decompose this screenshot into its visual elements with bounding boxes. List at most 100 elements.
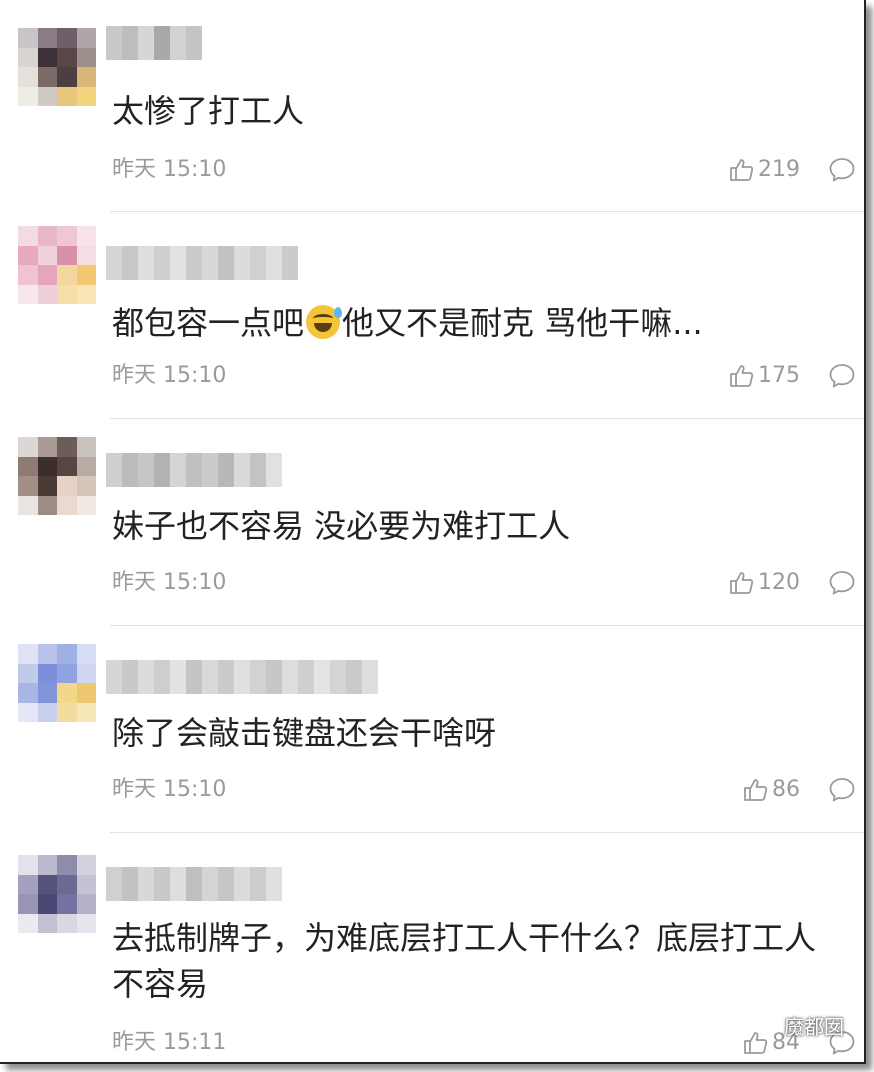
avatar-mosaic-cell <box>57 456 77 477</box>
comment-bubble-icon <box>829 571 855 595</box>
avatar-mosaic-cell <box>76 913 96 933</box>
username-mosaic-cell <box>266 867 282 901</box>
avatar-mosaic-cell <box>37 894 58 914</box>
username-blurred[interactable] <box>106 660 378 694</box>
username-mosaic-cell <box>170 867 186 901</box>
avatar-mosaic-cell <box>57 894 77 914</box>
avatar-mosaic-cell <box>18 456 38 477</box>
username-mosaic-cell <box>266 660 282 694</box>
username-mosaic-cell <box>202 453 218 487</box>
username-mosaic-cell <box>122 246 138 280</box>
avatar-mosaic-cell <box>57 702 77 722</box>
avatar-mosaic-cell <box>18 913 38 933</box>
avatar-mosaic-cell <box>76 245 96 266</box>
avatar-mosaic-cell <box>18 226 38 246</box>
comment-text: 妹子也不容易 没必要为难打工人 <box>112 507 571 545</box>
like-button[interactable]: 175 <box>728 362 800 390</box>
avatar-mosaic-cell <box>18 663 38 684</box>
avatar[interactable] <box>18 644 96 722</box>
username-mosaic-cell <box>154 660 170 694</box>
avatar-mosaic-cell <box>76 284 96 304</box>
thumb-up-icon <box>728 157 754 183</box>
username-blurred[interactable] <box>106 453 282 487</box>
avatar-mosaic-cell <box>18 874 38 895</box>
username-mosaic-cell <box>234 453 250 487</box>
avatar-mosaic-cell <box>18 245 38 266</box>
username-blurred[interactable] <box>106 26 202 60</box>
avatar-mosaic-cell <box>18 28 38 48</box>
avatar[interactable] <box>18 855 96 933</box>
avatar-mosaic-cell <box>37 284 58 304</box>
thumb-up-icon <box>728 363 754 389</box>
like-button[interactable]: 120 <box>728 569 800 597</box>
username-mosaic-cell <box>122 453 138 487</box>
avatar-mosaic-cell <box>76 874 96 895</box>
username-mosaic-cell <box>282 246 298 280</box>
comment-item: 去抵制牌子，为难底层打工人干什么？底层打工人 不容易 昨天 15:11 84 <box>0 833 864 1062</box>
avatar-mosaic-cell <box>18 476 38 496</box>
avatar-mosaic-cell <box>76 855 96 875</box>
avatar-mosaic-cell <box>18 265 38 285</box>
avatar-mosaic-cell <box>37 644 58 664</box>
avatar-mosaic-cell <box>76 47 96 68</box>
avatar-mosaic-cell <box>18 67 38 87</box>
reply-button[interactable] <box>828 569 856 597</box>
avatar-mosaic-cell <box>57 874 77 895</box>
username-mosaic-cell <box>138 660 154 694</box>
comment-time: 昨天 15:10 <box>112 363 227 388</box>
avatar-mosaic-cell <box>57 855 77 875</box>
username-mosaic-cell <box>218 246 234 280</box>
avatar-mosaic-cell <box>18 495 38 515</box>
username-mosaic-cell <box>154 867 170 901</box>
thumb-up-icon <box>742 777 768 803</box>
avatar-mosaic-cell <box>37 874 58 895</box>
username-mosaic-cell <box>122 26 138 60</box>
avatar-mosaic-cell <box>37 702 58 722</box>
avatar-mosaic-cell <box>76 495 96 515</box>
username-mosaic-cell <box>202 660 218 694</box>
avatar-mosaic-cell <box>37 683 58 703</box>
username-mosaic-cell <box>250 867 266 901</box>
username-blurred[interactable] <box>106 246 298 280</box>
username-mosaic-cell <box>202 867 218 901</box>
username-blurred[interactable] <box>106 867 282 901</box>
like-count: 219 <box>758 157 800 182</box>
avatar[interactable] <box>18 437 96 515</box>
reply-button[interactable] <box>828 776 856 804</box>
avatar[interactable] <box>18 226 96 304</box>
username-mosaic-cell <box>298 660 314 694</box>
avatar-mosaic-cell <box>18 894 38 914</box>
avatar-mosaic-cell <box>37 456 58 477</box>
reply-button[interactable] <box>828 156 856 184</box>
avatar-mosaic-cell <box>76 28 96 48</box>
wechat-icon <box>750 1011 778 1040</box>
avatar-mosaic-cell <box>37 226 58 246</box>
avatar-mosaic-cell <box>37 28 58 48</box>
comment-text: 除了会敲击键盘还会干啥呀 <box>112 714 497 752</box>
avatar-mosaic-cell <box>76 456 96 477</box>
avatar-mosaic-cell <box>76 437 96 457</box>
avatar-mosaic-cell <box>57 913 77 933</box>
username-mosaic-cell <box>186 867 202 901</box>
comment-list: 太惨了打工人 昨天 15:10 219 都包容一点吧 他又不是耐克 骂他干嘛...… <box>0 0 866 1064</box>
username-mosaic-cell <box>234 867 250 901</box>
reply-button[interactable] <box>828 362 856 390</box>
comment-text: 都包容一点吧 他又不是耐克 骂他干嘛... <box>112 304 703 342</box>
like-button[interactable]: 86 <box>742 776 800 804</box>
username-mosaic-cell <box>170 246 186 280</box>
comment-item: 都包容一点吧 他又不是耐克 骂他干嘛... 昨天 15:10 175 <box>0 212 864 419</box>
username-mosaic-cell <box>218 660 234 694</box>
avatar-mosaic-cell <box>57 284 77 304</box>
avatar-mosaic-cell <box>76 67 96 87</box>
avatar-mosaic-cell <box>57 265 77 285</box>
avatar-mosaic-cell <box>76 226 96 246</box>
comment-item: 太惨了打工人 昨天 15:10 219 <box>0 0 864 212</box>
avatar-mosaic-cell <box>76 476 96 496</box>
avatar-mosaic-cell <box>57 683 77 703</box>
username-mosaic-cell <box>362 660 378 694</box>
comment-text: 去抵制牌子，为难底层打工人干什么？底层打工人 不容易 <box>112 919 817 1003</box>
avatar[interactable] <box>18 28 96 106</box>
like-button[interactable]: 219 <box>728 156 800 184</box>
avatar-mosaic-cell <box>76 644 96 664</box>
avatar-mosaic-cell <box>37 245 58 266</box>
